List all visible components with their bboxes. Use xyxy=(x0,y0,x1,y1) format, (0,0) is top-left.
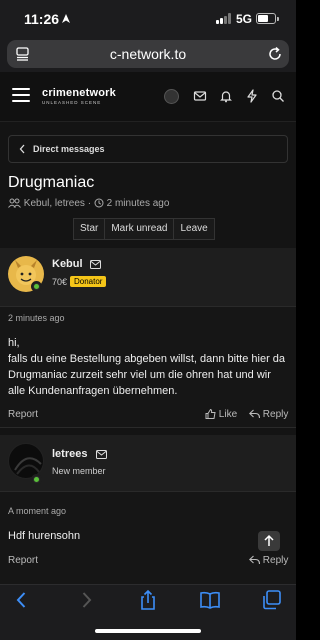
site-header: crimenetwork UNLEASHED SCENE xyxy=(0,72,296,122)
scroll-to-top-button[interactable] xyxy=(258,531,280,551)
report-link[interactable]: Report xyxy=(8,409,38,420)
status-bar: 11:26 5G xyxy=(0,0,296,38)
reply-icon xyxy=(248,555,261,565)
user-avatar[interactable] xyxy=(164,89,179,104)
thread-actions: Star Mark unread Leave xyxy=(73,218,215,240)
reply-button[interactable]: Reply xyxy=(248,555,289,566)
hamburger-menu-icon[interactable] xyxy=(12,88,30,102)
back-icon[interactable] xyxy=(11,589,33,611)
thumbs-up-icon xyxy=(205,409,216,420)
network-type: 5G xyxy=(236,12,253,26)
direct-messages-button[interactable]: Direct messages xyxy=(8,135,288,163)
user-role: New member xyxy=(52,466,106,476)
web-page: crimenetwork UNLEASHED SCENE Direct mess… xyxy=(0,72,296,584)
envelope-icon[interactable] xyxy=(193,89,207,103)
donator-badge: Donator xyxy=(70,276,107,287)
forward-icon[interactable] xyxy=(75,589,97,611)
participants-icon xyxy=(8,198,21,209)
reply-icon xyxy=(248,409,261,419)
like-label: Like xyxy=(218,409,238,420)
leave-button[interactable]: Leave xyxy=(173,218,215,240)
arrow-up-icon xyxy=(264,534,274,546)
bookmarks-icon[interactable] xyxy=(199,589,221,611)
reply-label: Reply xyxy=(262,409,289,420)
location-arrow-icon xyxy=(62,14,70,23)
clock-icon xyxy=(94,198,104,208)
battery-icon xyxy=(256,13,276,24)
message-author-panel: letrees New member xyxy=(0,435,296,491)
battery-level xyxy=(258,15,268,22)
thread-title: Drugmaniac xyxy=(8,174,95,191)
message-line: falls du eine Bestellung abgeben willst,… xyxy=(8,353,286,397)
share-icon[interactable] xyxy=(137,589,159,611)
message-body: 2 minutes ago hi, falls du eine Bestellu… xyxy=(0,307,296,427)
lightning-icon[interactable] xyxy=(245,89,259,103)
divider xyxy=(0,427,296,428)
envelope-icon[interactable] xyxy=(96,450,107,459)
like-button[interactable]: Like xyxy=(205,409,237,420)
logo-text: crimenetwork xyxy=(42,87,116,99)
online-indicator xyxy=(31,281,42,292)
tabs-icon[interactable] xyxy=(261,589,283,611)
message-author-panel: Kebul 70€ Donator xyxy=(0,248,296,306)
url-text[interactable]: c-network.to xyxy=(7,46,289,62)
thread-participants[interactable]: Kebul, letrees xyxy=(24,198,85,209)
message-body: A moment ago Hdf hurensohn Report Reply xyxy=(0,492,296,584)
bell-icon[interactable] xyxy=(219,89,233,103)
search-icon[interactable] xyxy=(271,89,285,103)
report-link[interactable]: Report xyxy=(8,555,38,566)
reply-button[interactable]: Reply xyxy=(248,409,289,420)
reply-label: Reply xyxy=(262,555,289,566)
status-time: 11:26 xyxy=(24,11,60,27)
message-author[interactable]: letrees xyxy=(52,448,87,460)
thread-time: 2 minutes ago xyxy=(106,198,170,209)
direct-messages-label: Direct messages xyxy=(33,144,105,154)
message-line: Hdf hurensohn xyxy=(8,530,81,542)
reload-icon[interactable] xyxy=(267,46,283,62)
chevron-left-icon xyxy=(19,144,25,154)
message-line: hi, xyxy=(8,337,20,349)
star-button[interactable]: Star xyxy=(73,218,106,240)
thread-meta: Kebul, letrees · 2 minutes ago xyxy=(8,198,169,209)
message-author[interactable]: Kebul xyxy=(52,258,83,270)
message-time[interactable]: A moment ago xyxy=(8,506,66,516)
home-indicator xyxy=(95,629,201,633)
online-indicator xyxy=(31,474,42,485)
envelope-icon[interactable] xyxy=(90,260,101,269)
mark-unread-button[interactable]: Mark unread xyxy=(104,218,175,240)
address-bar[interactable]: c-network.to xyxy=(7,40,289,68)
browser-address-area: c-network.to xyxy=(0,38,296,72)
logo-tagline: UNLEASHED SCENE xyxy=(42,100,102,105)
user-currency: 70€ xyxy=(52,277,68,287)
message-time[interactable]: 2 minutes ago xyxy=(8,313,65,323)
site-logo[interactable]: crimenetwork UNLEASHED SCENE xyxy=(42,87,116,105)
battery-cap xyxy=(277,17,279,21)
